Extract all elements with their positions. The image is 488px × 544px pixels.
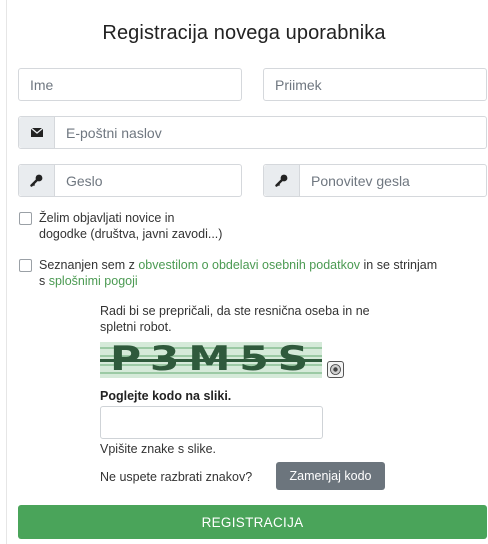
page-title: Registracija novega uporabnika (102, 22, 386, 44)
key-icon (264, 165, 300, 196)
captcha-hint: Vpišite znake s slike. (100, 442, 217, 456)
newsletter-label: Želim objavljati novice in dogodke (druš… (39, 210, 222, 242)
newsletter-checkbox[interactable] (19, 212, 32, 225)
audio-icon[interactable] (327, 361, 344, 378)
last-name-placeholder: Priimek (275, 77, 322, 93)
first-name-placeholder: Ime (30, 77, 54, 93)
captcha-prompt: Poglejte kodo na sliki. (100, 389, 232, 403)
captcha-cant-read: Ne uspete razbrati znakov? (100, 470, 253, 484)
captcha-intro-line1: Radi bi se prepričali, da ste resnična o… (100, 304, 370, 318)
privacy-notice-link[interactable]: obvestilom o obdelavi osebnih podatkov (138, 258, 360, 272)
newsletter-label-line1: Želim objavljati novice in (39, 211, 175, 225)
register-button[interactable]: REGISTRACIJA (18, 505, 487, 539)
key-icon (19, 165, 55, 196)
captcha-input[interactable] (100, 406, 323, 439)
password-repeat-placeholder: Ponovitev gesla (311, 173, 410, 189)
terms-middle: in se strinjam (360, 258, 438, 272)
captcha-intro: Radi bi se prepričali, da ste resnična o… (100, 303, 420, 335)
password-repeat-input[interactable]: Ponovitev gesla (263, 164, 487, 197)
captcha-image: P3M5S (100, 342, 322, 378)
captcha-strike-line (100, 359, 322, 362)
terms-link[interactable]: splošnimi pogoji (49, 274, 138, 288)
swap-code-button[interactable]: Zamenjaj kodo (276, 462, 385, 490)
envelope-icon (19, 117, 55, 148)
last-name-input[interactable]: Priimek (263, 68, 487, 101)
email-placeholder: E-poštni naslov (66, 125, 162, 141)
terms-checkbox[interactable] (19, 259, 32, 272)
terms-label: Seznanjen sem z obvestilom o obdelavi os… (39, 257, 487, 289)
password-input[interactable]: Geslo (18, 164, 242, 197)
captcha-intro-line2: spletni robot. (100, 320, 172, 334)
first-name-input[interactable]: Ime (18, 68, 242, 101)
email-input[interactable]: E-poštni naslov (18, 116, 487, 149)
newsletter-label-line2: dogodke (društva, javni zavodi...) (39, 227, 223, 241)
terms-s: s (39, 274, 49, 288)
password-placeholder: Geslo (66, 173, 103, 189)
terms-prefix: Seznanjen sem z (39, 258, 139, 272)
